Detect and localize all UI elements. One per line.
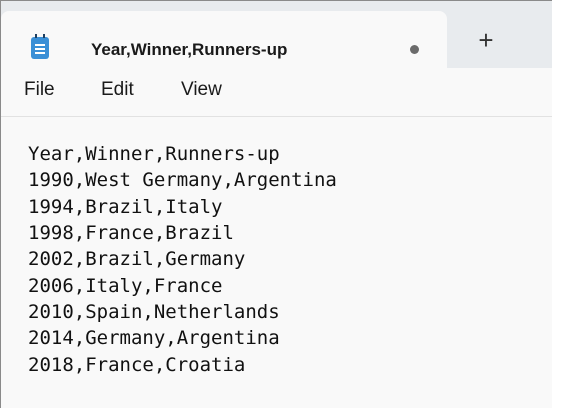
torn-edge-right bbox=[552, 0, 564, 418]
text-line: 2010,Spain,Netherlands bbox=[28, 301, 280, 323]
torn-edge-bottom bbox=[0, 408, 564, 418]
new-tab-button[interactable]: + bbox=[473, 25, 499, 55]
menu-view[interactable]: View bbox=[181, 79, 222, 101]
menu-file[interactable]: File bbox=[24, 79, 55, 101]
unsaved-dot-icon[interactable] bbox=[410, 45, 419, 54]
text-line: 1994,Brazil,Italy bbox=[28, 196, 223, 218]
text-line: 2006,Italy,France bbox=[28, 275, 223, 297]
active-tab[interactable]: Year,Winner,Runners-up bbox=[1, 11, 447, 68]
tab-title: Year,Winner,Runners-up bbox=[91, 40, 288, 59]
text-line: Year,Winner,Runners-up bbox=[28, 143, 280, 165]
notepad-icon bbox=[31, 34, 49, 59]
text-editor[interactable]: Year,Winner,Runners-up 1990,West Germany… bbox=[1, 117, 555, 409]
tab-strip: Year,Winner,Runners-up + bbox=[1, 1, 555, 68]
menu-bar: File Edit View bbox=[1, 68, 555, 117]
text-line: 2002,Brazil,Germany bbox=[28, 248, 246, 270]
text-line: 1990,West Germany,Argentina bbox=[28, 169, 337, 191]
notepad-window: Year,Winner,Runners-up + File Edit View … bbox=[0, 0, 556, 410]
text-line: 1998,France,Brazil bbox=[28, 222, 234, 244]
text-line: 2014,Germany,Argentina bbox=[28, 327, 280, 349]
menu-edit[interactable]: Edit bbox=[101, 79, 134, 101]
text-line: 2018,France,Croatia bbox=[28, 354, 246, 376]
